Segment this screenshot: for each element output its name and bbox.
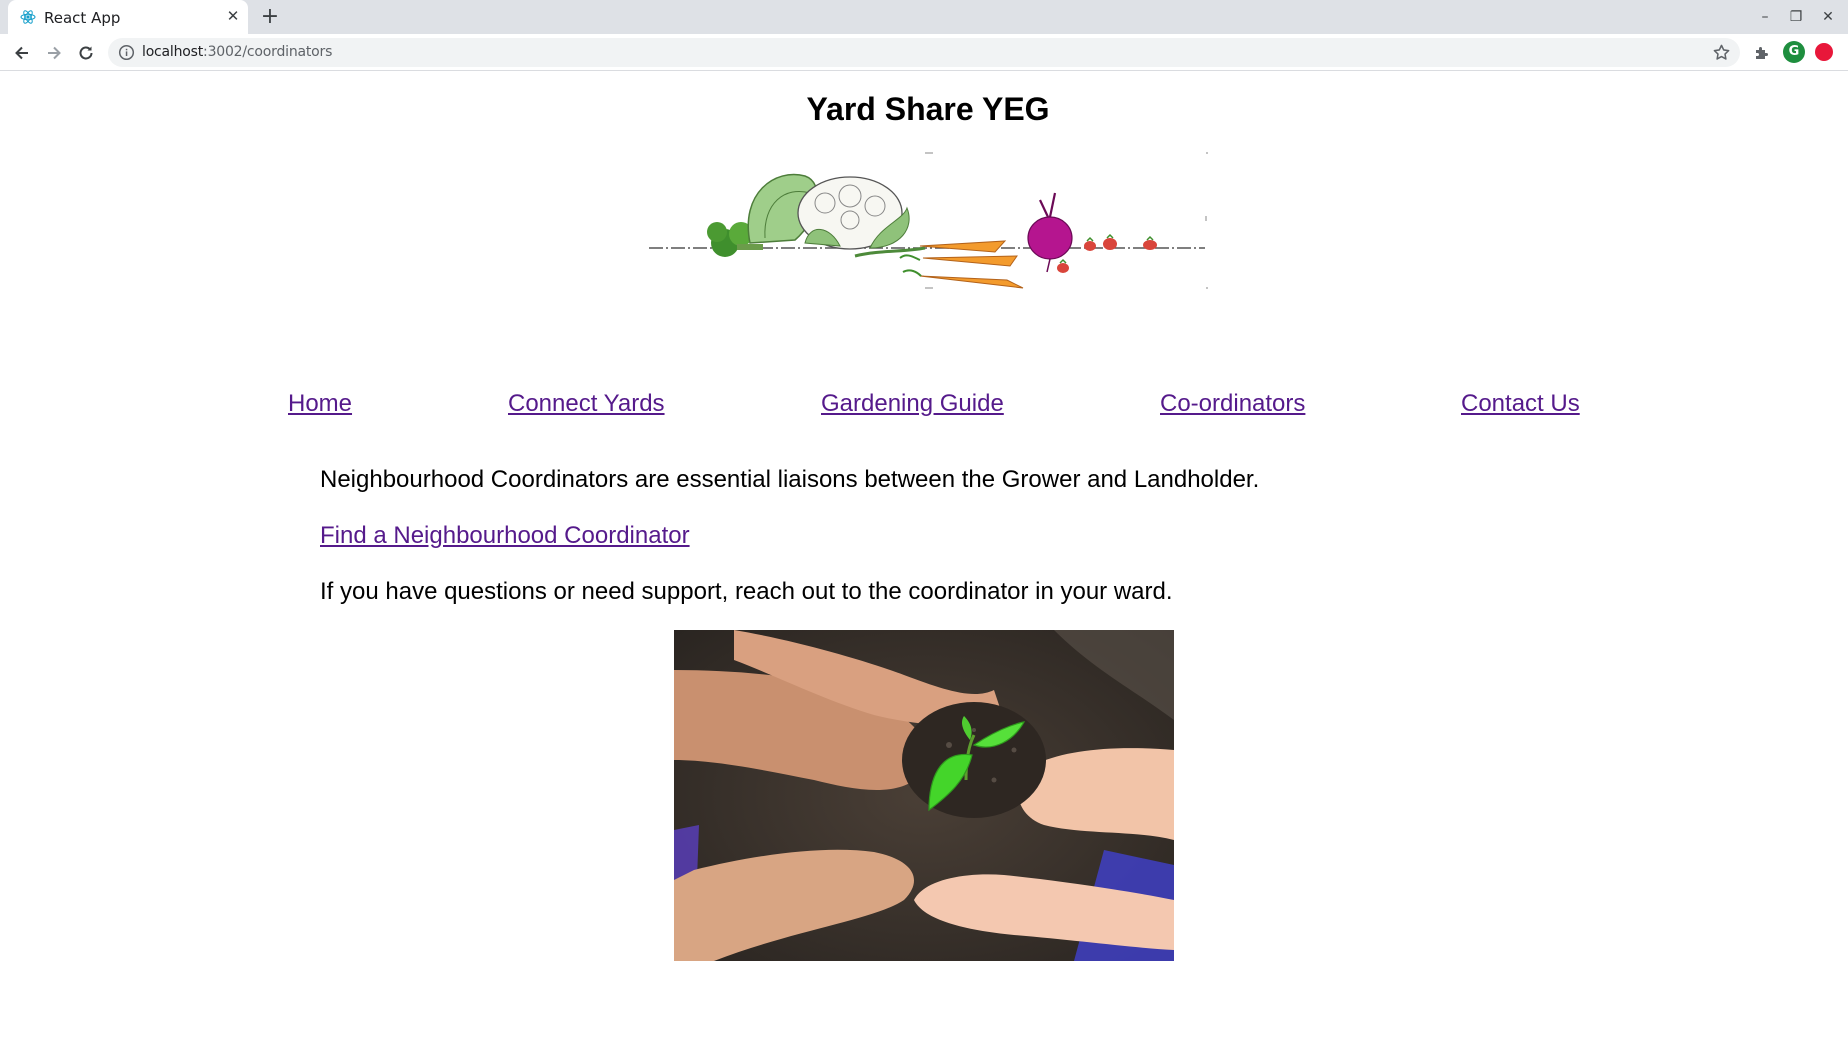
puzzle-piece-icon <box>1756 47 1768 59</box>
tab-title: React App <box>44 9 121 27</box>
profile-avatar[interactable]: G <box>1783 41 1805 63</box>
close-window-button[interactable]: ✕ <box>1816 6 1840 28</box>
nav-link-connect-yards[interactable]: Connect Yards <box>508 390 665 418</box>
nav-link-home[interactable]: Home <box>288 390 352 418</box>
url-path: :3002/coordinators <box>203 44 333 60</box>
react-logo-icon <box>20 10 36 24</box>
restore-button[interactable]: ❐ <box>1784 6 1808 28</box>
browser-toolbar: localhost:3002/coordinators <box>0 34 1848 71</box>
nav-link-gardening-guide[interactable]: Gardening Guide <box>821 390 1004 418</box>
intro-paragraph: Neighbourhood Coordinators are essential… <box>320 466 1260 493</box>
back-button[interactable] <box>10 41 34 65</box>
url-host: localhost <box>142 44 204 60</box>
back-arrow-icon <box>15 46 28 60</box>
address-bar[interactable]: localhost:3002/coordinators <box>108 38 1740 67</box>
forward-arrow-icon <box>48 46 61 60</box>
page-body: Yard Share YEG Home Connect Yards Garden… <box>0 72 1848 1053</box>
info-icon[interactable] <box>118 44 135 61</box>
nav-link-contact-us[interactable]: Contact Us <box>1461 390 1580 418</box>
browser-tab-strip: React App ✕ + – ❐ ✕ <box>0 0 1848 34</box>
vegetable-banner-image <box>649 152 1208 289</box>
hands-seedling-photo <box>674 630 1174 961</box>
bookmark-star-icon[interactable] <box>1712 43 1731 62</box>
main-navigation: Home Connect Yards Gardening Guide Co-or… <box>0 390 1848 430</box>
reload-icon <box>79 46 93 60</box>
forward-button[interactable] <box>42 41 66 65</box>
find-coordinator-link[interactable]: Find a Neighbourhood Coordinator <box>320 522 690 550</box>
browser-tab[interactable]: React App ✕ <box>8 0 248 34</box>
extension-icon[interactable] <box>1815 43 1833 61</box>
nav-link-coordinators[interactable]: Co-ordinators <box>1160 390 1305 418</box>
new-tab-button[interactable]: + <box>258 6 282 28</box>
minimize-button[interactable]: – <box>1753 6 1777 28</box>
url-text: localhost:3002/coordinators <box>142 44 332 60</box>
extensions-button[interactable] <box>1751 42 1773 64</box>
tab-close-icon[interactable]: ✕ <box>224 8 242 26</box>
support-paragraph: If you have questions or need support, r… <box>320 578 1173 605</box>
reload-button[interactable] <box>74 41 98 65</box>
site-title: Yard Share YEG <box>806 91 1050 127</box>
